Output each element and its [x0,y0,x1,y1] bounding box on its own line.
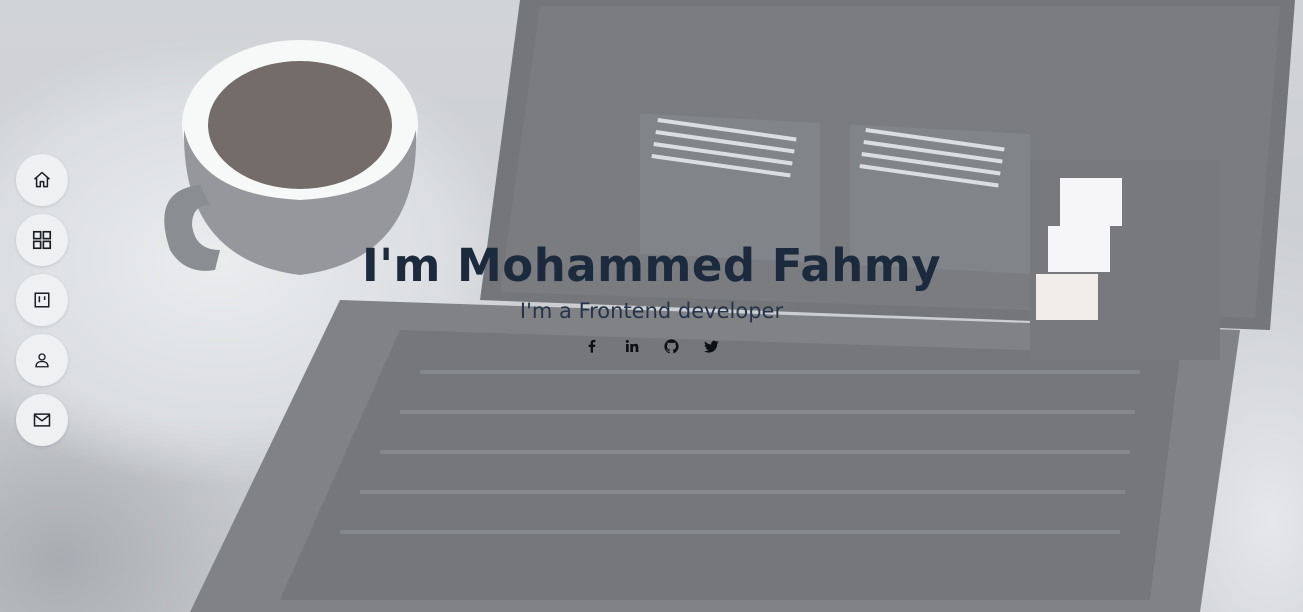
hero-content: I'm Mohammed Fahmy I'm a Frontend develo… [0,238,1303,358]
hero-subtitle: I'm a Frontend developer [519,299,784,323]
github-icon [663,338,680,359]
nav-contact-button[interactable] [16,394,68,446]
github-link[interactable] [662,338,682,358]
twitter-icon [703,338,720,359]
linkedin-link[interactable] [622,338,642,358]
nav-home-button[interactable] [16,154,68,206]
linkedin-icon [624,338,640,358]
facebook-link[interactable] [582,338,602,358]
mail-icon [32,410,52,430]
hero-section: I'm Mohammed Fahmy I'm a Frontend develo… [0,0,1303,612]
hero-title: I'm Mohammed Fahmy [361,239,942,292]
facebook-icon [584,338,600,358]
social-links [0,338,1303,358]
home-icon [32,170,52,190]
twitter-link[interactable] [702,338,722,358]
